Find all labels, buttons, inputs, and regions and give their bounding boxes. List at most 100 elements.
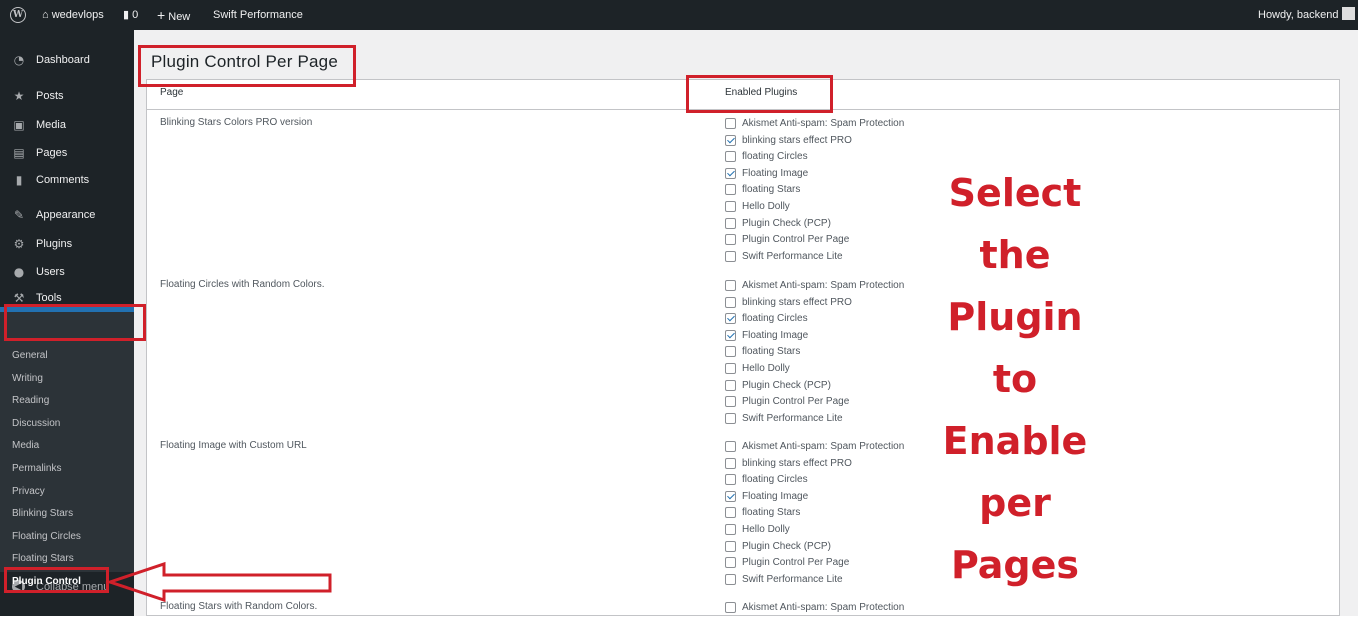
plugin-label: blinking stars effect PRO — [742, 296, 852, 308]
unchecked-checkbox[interactable] — [725, 280, 736, 291]
unchecked-checkbox[interactable] — [725, 118, 736, 129]
submenu-item-media[interactable]: Media — [12, 438, 39, 454]
pages-icon: ▤ — [13, 146, 25, 160]
media-icon: ▣ — [13, 118, 25, 132]
unchecked-checkbox[interactable] — [725, 151, 736, 163]
plugin-label: floating Circles — [742, 313, 808, 325]
appearance-icon: ✎ — [13, 208, 25, 222]
sidebar-item-pages[interactable]: ▤ Pages — [0, 138, 134, 168]
unchecked-checkbox[interactable] — [725, 250, 736, 262]
page-name-cell: Floating Image with Custom URL — [160, 440, 307, 451]
plugin-label: Akismet Anti-spam: Spam Protection — [742, 602, 905, 613]
unchecked-checkbox[interactable] — [725, 524, 736, 535]
sidebar-item-posts[interactable]: ★ Posts — [0, 81, 134, 111]
sidebar-item-media[interactable]: ▣ Media — [0, 110, 134, 140]
sidebar-item-label: Plugins — [36, 238, 73, 250]
submenu-item-floating-circles[interactable]: Floating Circles — [12, 529, 81, 545]
comment-count: 0 — [132, 9, 139, 21]
checked-checkbox[interactable] — [725, 313, 736, 325]
checked-checkbox[interactable] — [725, 329, 736, 341]
plugin-label: Plugin Control Per Page — [742, 557, 850, 569]
unchecked-checkbox[interactable] — [725, 557, 736, 569]
comments-icon: ▮ — [15, 173, 23, 187]
greeting-text: Howdy, backend — [1258, 9, 1339, 21]
sidebar-item-dashboard[interactable]: ◔ Dashboard — [0, 45, 134, 75]
checked-checkbox[interactable] — [725, 167, 736, 179]
account-menu[interactable]: Howdy, backend — [1258, 0, 1355, 30]
submenu-item-privacy[interactable]: Privacy — [12, 484, 45, 500]
annotation-line: Select — [948, 171, 1082, 215]
sidebar-item-label: Posts — [36, 90, 64, 102]
page-name-cell: Blinking Stars Colors PRO version — [160, 117, 313, 128]
admin-bar: W ⌂ wedevlops ▮ 0 + New Swift Performanc… — [0, 0, 1358, 30]
plugin-label: Swift Performance Lite — [742, 250, 843, 262]
submenu-item-blinking-stars[interactable]: Blinking Stars — [12, 506, 73, 522]
plugin-label: Akismet Anti-spam: Spam Protection — [742, 441, 905, 452]
unchecked-checkbox[interactable] — [725, 573, 736, 585]
plugin-label: blinking stars effect PRO — [742, 457, 852, 469]
annotation-line: per — [979, 481, 1051, 525]
annotation-line: the — [979, 233, 1051, 277]
plugin-label: Plugin Check (PCP) — [742, 379, 831, 391]
sidebar-item-comments[interactable]: ▮ Comments — [0, 165, 134, 195]
unchecked-checkbox[interactable] — [725, 296, 736, 308]
unchecked-checkbox[interactable] — [725, 217, 736, 229]
plugin-label: Akismet Anti-spam: Spam Protection — [742, 118, 905, 129]
column-header-page: Page — [160, 87, 184, 98]
pin-icon: ★ — [13, 89, 25, 103]
unchecked-checkbox[interactable] — [725, 346, 736, 358]
unchecked-checkbox[interactable] — [725, 457, 736, 469]
plugin-label: Plugin Control Per Page — [742, 234, 850, 246]
comments-link[interactable]: ▮ 0 — [123, 0, 138, 30]
sidebar-item-label: Media — [36, 119, 66, 131]
unchecked-checkbox[interactable] — [725, 507, 736, 519]
plugin-label: Hello Dolly — [742, 524, 790, 535]
submenu-item-plugin-control[interactable]: Plugin Control — [12, 574, 81, 590]
annotation-arrow-icon — [105, 561, 332, 603]
plugin-label: Swift Performance Lite — [742, 412, 843, 424]
submenu-item-writing[interactable]: Writing — [12, 371, 43, 387]
submenu-item-discussion[interactable]: Discussion — [12, 416, 60, 432]
swift-performance-link[interactable]: Swift Performance — [213, 0, 303, 30]
plugin-label: Floating Image — [742, 490, 809, 502]
unchecked-checkbox[interactable] — [725, 363, 736, 374]
unchecked-checkbox[interactable] — [725, 540, 736, 552]
plugin-label: Hello Dolly — [742, 201, 790, 212]
unchecked-checkbox[interactable] — [725, 184, 736, 196]
new-content-link[interactable]: + New — [157, 0, 190, 30]
submenu-item-general[interactable]: General — [12, 348, 48, 364]
sidebar-item-label: Comments — [36, 174, 90, 186]
submenu-item-reading[interactable]: Reading — [12, 393, 49, 409]
unchecked-checkbox[interactable] — [725, 201, 736, 212]
unchecked-checkbox[interactable] — [725, 234, 736, 246]
plugin-label: Hello Dolly — [742, 363, 790, 374]
unchecked-checkbox[interactable] — [725, 602, 736, 613]
checked-checkbox[interactable] — [725, 490, 736, 502]
unchecked-checkbox[interactable] — [725, 441, 736, 452]
submenu-item-permalinks[interactable]: Permalinks — [12, 461, 61, 477]
unchecked-checkbox[interactable] — [725, 396, 736, 408]
unchecked-checkbox[interactable] — [725, 474, 736, 486]
dashboard-icon: ◔ — [13, 53, 25, 67]
users-icon: ● — [13, 265, 25, 279]
tools-icon: ⚒ — [13, 291, 25, 305]
sidebar-item-plugins[interactable]: ⚙ Plugins — [0, 229, 134, 259]
sidebar-item-appearance[interactable]: ✎ Appearance — [0, 200, 134, 230]
annotation-box-title — [138, 45, 356, 87]
unchecked-checkbox[interactable] — [725, 412, 736, 424]
plus-icon: + — [157, 7, 166, 23]
annotation-line: Pages — [950, 543, 1080, 587]
checked-checkbox[interactable] — [725, 134, 736, 146]
plugin-label: Floating Image — [742, 167, 809, 179]
sidebar-item-label: Pages — [36, 147, 68, 159]
annotation-line: to — [992, 357, 1038, 401]
plugin-label: floating Circles — [742, 474, 808, 486]
home-icon: ⌂ — [42, 9, 49, 21]
plugin-label: Plugin Check (PCP) — [742, 540, 831, 552]
site-name-link[interactable]: ⌂ wedevlops — [42, 0, 104, 30]
unchecked-checkbox[interactable] — [725, 379, 736, 391]
wordpress-logo-icon[interactable]: W — [10, 7, 26, 23]
annotation-line: Enable — [942, 419, 1088, 463]
submenu-item-floating-stars[interactable]: Floating Stars — [12, 551, 74, 567]
page-name-cell: Floating Circles with Random Colors. — [160, 279, 325, 290]
